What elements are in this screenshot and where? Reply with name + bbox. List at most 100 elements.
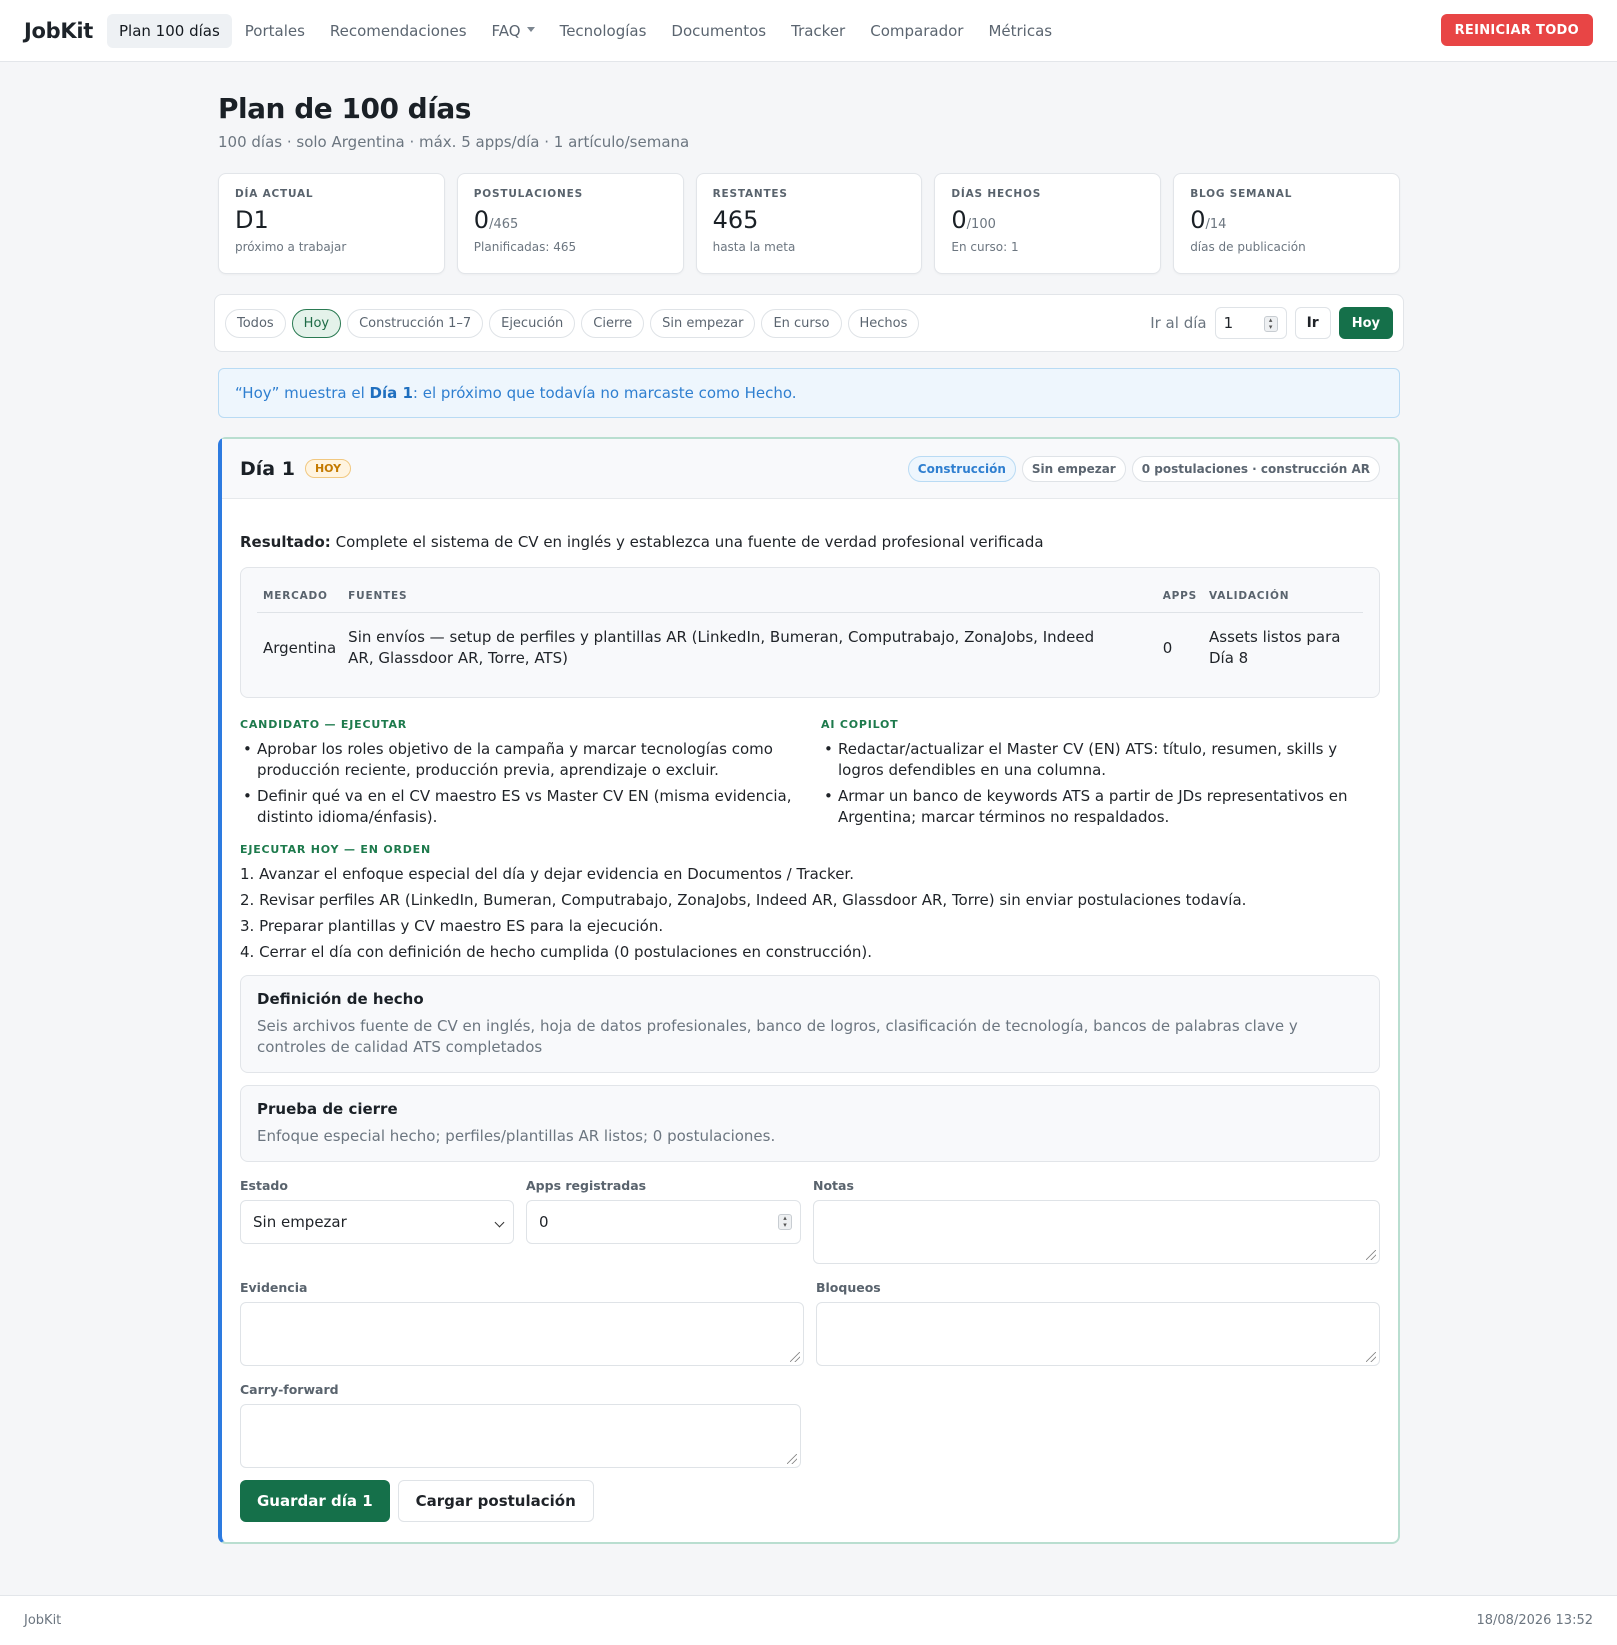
nav-item-faq-label: FAQ [491, 21, 521, 40]
phase-tag: Construcción [907, 455, 1016, 482]
stat-value: 0/465 [474, 206, 667, 234]
filter-chip-ejecucion[interactable]: Ejecución [489, 308, 576, 338]
nav-item-comparador[interactable]: Comparador [858, 14, 975, 48]
today-badge: HOY [304, 459, 352, 478]
stat-value: D1 [235, 206, 428, 234]
list-item: 1. Avanzar el enfoque especial del día y… [240, 865, 854, 883]
cell-mercado: Argentina [263, 638, 337, 657]
page-title: Plan de 100 días [218, 92, 471, 125]
info-bold: Día 1 [369, 384, 413, 402]
info-alert: “Hoy” muestra el Día 1: el próximo que t… [218, 368, 1400, 418]
brand-logo[interactable]: JobKit [24, 19, 93, 43]
closing-proof: Prueba de cierre Enfoque especial hecho;… [240, 1085, 1380, 1162]
list-item: 2. Revisar perfiles AR (LinkedIn, Bumera… [240, 891, 1247, 909]
stat-label: RESTANTES [712, 188, 788, 200]
filter-chip-sin-empezar[interactable]: Sin empezar [650, 308, 756, 338]
filter-bar: Todos Hoy Construcción 1–7 Ejecución Cie… [214, 294, 1404, 352]
footer: JobKit 18/08/2026 13:52 [0, 1595, 1617, 1645]
filter-chip-todos[interactable]: Todos [225, 308, 286, 338]
bloqueos-field-group: Bloqueos [816, 1280, 1380, 1366]
estado-select[interactable]: Sin empezar [240, 1200, 514, 1244]
nav-item-recomendaciones[interactable]: Recomendaciones [318, 14, 479, 48]
evidencia-label: Evidencia [240, 1280, 308, 1295]
stat-value: 0/100 [951, 206, 1144, 234]
candidate-section-label: CANDIDATO — EJECUTAR [240, 718, 408, 731]
evidencia-textarea[interactable] [240, 1302, 804, 1366]
reset-all-button[interactable]: REINICIAR TODO [1440, 14, 1593, 46]
apps-input[interactable]: 0 ▴ ▾ [526, 1200, 801, 1244]
closing-proof-text: Enfoque especial hecho; perfiles/plantil… [257, 1127, 776, 1145]
footer-brand: JobKit [24, 1613, 62, 1628]
stat-card-remaining: RESTANTES 465 hasta la meta [695, 173, 923, 274]
filter-chip-construccion[interactable]: Construcción 1–7 [347, 308, 484, 338]
nav-item-tecnologias[interactable]: Tecnologías [548, 14, 659, 48]
stat-denominator: /14 [1205, 217, 1227, 232]
cell-fuentes: Sin envíos — setup de perfiles y plantil… [348, 628, 1095, 667]
nav-item-plan[interactable]: Plan 100 días [106, 13, 232, 48]
resize-handle-icon[interactable] [787, 1454, 797, 1464]
notas-label: Notas [813, 1178, 854, 1193]
nav-item-documentos[interactable]: Documentos [659, 14, 778, 48]
filter-chip-en-curso[interactable]: En curso [761, 308, 842, 338]
stat-number: 0 [473, 206, 490, 234]
stat-subtext: días de publicación [1190, 240, 1306, 254]
number-spinner-icon[interactable]: ▴ ▾ [778, 1214, 792, 1230]
chevron-down-icon [526, 26, 535, 32]
day-result: Resultado: Complete el sistema de CV en … [240, 533, 1380, 551]
nav-item-portales[interactable]: Portales [233, 14, 317, 48]
load-application-button[interactable]: Cargar postulación [397, 1480, 594, 1522]
nav-item-metricas[interactable]: Métricas [976, 14, 1064, 48]
stat-denominator: /465 [489, 217, 519, 232]
stat-subtext: hasta la meta [712, 240, 796, 254]
list-item: 3. Preparar plantillas y CV maestro ES p… [240, 917, 664, 935]
stat-card-applications: POSTULACIONES 0/465 Planificadas: 465 [456, 173, 684, 274]
estado-label: Estado [240, 1178, 288, 1193]
definition-of-done: Definición de hecho Seis archivos fuente… [240, 975, 1380, 1073]
column-header-apps: APPS [1156, 578, 1203, 613]
top-navbar: JobKit Plan 100 días Portales Recomendac… [0, 0, 1617, 62]
day-card: Día 1 HOY Construcción Sin empezar 0 pos… [218, 437, 1400, 1544]
definition-title: Definición de hecho [257, 990, 424, 1008]
today-button[interactable]: Hoy [1338, 307, 1393, 339]
cell-apps: 0 [1162, 638, 1173, 657]
stat-label: BLOG SEMANAL [1190, 188, 1293, 200]
goto-day-button[interactable]: Ir [1294, 307, 1331, 339]
nav-item-faq[interactable]: FAQ [480, 14, 547, 48]
filter-chip-hoy[interactable]: Hoy [291, 308, 342, 338]
apps-label: Apps registradas [526, 1178, 647, 1193]
form-row-2: Evidencia Bloqueos [240, 1280, 1380, 1366]
result-label: Resultado: [240, 533, 331, 551]
form-row-1: Estado Sin empezar Apps registradas 0 ▴ ▾… [240, 1178, 1380, 1264]
info-prefix: “Hoy” muestra el [235, 384, 365, 402]
applications-tag: 0 postulaciones · construcción AR [1131, 455, 1380, 482]
resize-handle-icon[interactable] [790, 1352, 800, 1362]
table-row: Argentina Sin envíos — setup de perfiles… [257, 613, 1363, 684]
stat-subtext: Planificadas: 465 [473, 240, 577, 254]
filter-chip-cierre[interactable]: Cierre [581, 308, 645, 338]
resize-handle-icon[interactable] [1366, 1352, 1376, 1362]
carry-forward-textarea[interactable] [240, 1404, 801, 1468]
cell-validacion: Assets listos para Día 8 [1209, 628, 1341, 667]
number-spinner-icon[interactable]: ▴ ▾ [1263, 316, 1278, 332]
filter-chip-hechos[interactable]: Hechos [847, 308, 920, 338]
save-day-button[interactable]: Guardar día 1 [240, 1480, 390, 1522]
stat-value: 465 [713, 206, 906, 234]
stat-card-weekly-blog: BLOG SEMANAL 0/14 días de publicación [1173, 173, 1400, 274]
stat-label: DÍA ACTUAL [235, 188, 314, 200]
ordered-steps-label: EJECUTAR HOY — EN ORDEN [240, 843, 431, 856]
notas-textarea[interactable] [813, 1200, 1380, 1264]
stats-row: DÍA ACTUAL D1 próximo a trabajar POSTULA… [218, 173, 1400, 274]
day-body: Resultado: Complete el sistema de CV en … [222, 533, 1398, 1522]
apps-value: 0 [539, 1213, 549, 1231]
stat-number: D1 [235, 206, 269, 234]
carry-field-group: Carry-forward [240, 1382, 801, 1468]
stat-number: 0 [1190, 206, 1206, 234]
goto-day-input[interactable]: 1 ▴ ▾ [1214, 307, 1287, 339]
nav-item-tracker[interactable]: Tracker [779, 14, 857, 48]
bloqueos-textarea[interactable] [816, 1302, 1380, 1366]
resize-handle-icon[interactable] [1366, 1250, 1376, 1260]
footer-timestamp: 18/08/2026 13:52 [1476, 1613, 1593, 1628]
day-actions: Guardar día 1 Cargar postulación [240, 1480, 1380, 1522]
stat-card-days-done: DÍAS HECHOS 0/100 En curso: 1 [934, 173, 1162, 274]
goto-day-label: Ir al día [1150, 314, 1207, 332]
